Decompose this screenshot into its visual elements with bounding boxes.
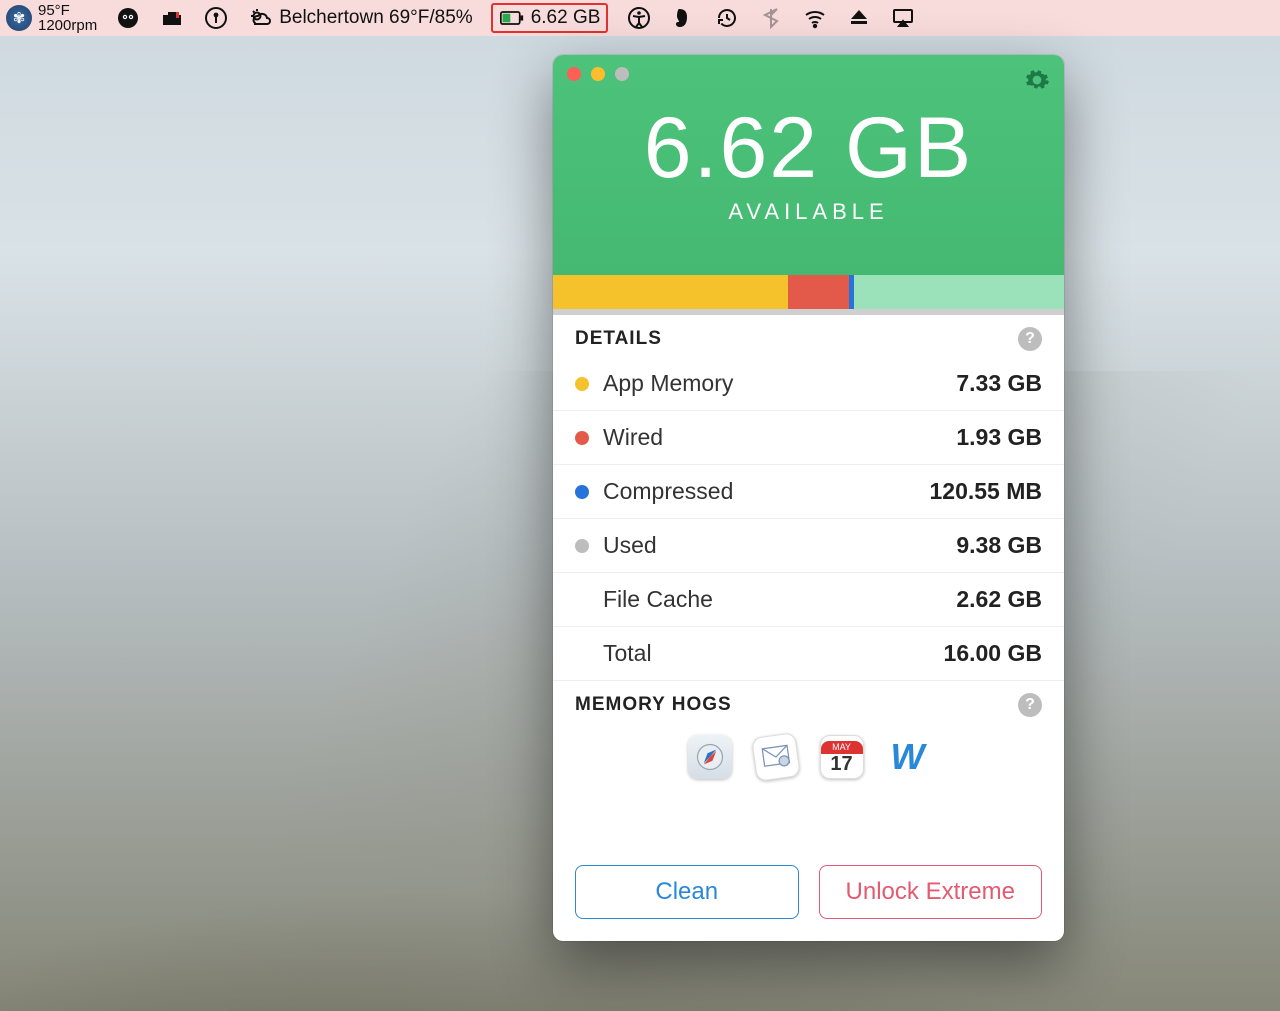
gear-icon[interactable]: [1024, 67, 1050, 100]
menubar-fan[interactable]: ✾ 95°F 1200rpm: [6, 0, 97, 36]
fan-readout: 95°F 1200rpm: [38, 3, 97, 33]
row-compressed: Compressed 120.55 MB: [553, 465, 1064, 519]
details-rows: App Memory 7.33 GB Wired 1.93 GB Compres…: [553, 357, 1064, 681]
airplay-icon[interactable]: [890, 5, 916, 31]
row-total: Total 16.00 GB: [553, 627, 1064, 681]
minimize-button[interactable]: [591, 67, 605, 81]
row-value: 2.62 GB: [956, 586, 1042, 613]
row-label: App Memory: [603, 370, 956, 397]
hog-safari-icon[interactable]: [688, 735, 732, 779]
evernote-icon[interactable]: [670, 5, 696, 31]
row-value: 9.38 GB: [956, 532, 1042, 559]
hogs-section-header: MEMORY HOGS ?: [553, 681, 1064, 723]
row-label: Used: [603, 532, 956, 559]
memory-hogs-list: MAY 17 W: [553, 723, 1064, 787]
details-section-header: DETAILS ?: [553, 315, 1064, 357]
row-value: 1.93 GB: [956, 424, 1042, 451]
row-file-cache: File Cache 2.62 GB: [553, 573, 1064, 627]
window-header: 6.62 GB AVAILABLE: [553, 55, 1064, 275]
clean-button[interactable]: Clean: [575, 865, 799, 919]
menubar-memory-highlighted[interactable]: 6.62 GB: [491, 3, 609, 33]
unlock-button-label: Unlock Extreme: [846, 878, 1015, 906]
clean-button-label: Clean: [655, 878, 718, 906]
row-app-memory: App Memory 7.33 GB: [553, 357, 1064, 411]
dot-wired-icon: [575, 431, 589, 445]
row-value: 120.55 MB: [929, 478, 1042, 505]
memory-usage-bar: [553, 275, 1064, 309]
calendar-day: 17: [830, 754, 852, 774]
row-label: Compressed: [603, 478, 929, 505]
toolbox-icon[interactable]: [159, 5, 185, 31]
row-value: 16.00 GB: [944, 640, 1042, 667]
wifi-icon[interactable]: [802, 5, 828, 31]
usage-segment-free: [854, 275, 1064, 309]
hog-word-icon[interactable]: W: [886, 735, 930, 779]
hog-word-glyph: W: [891, 736, 925, 778]
dot-app-icon: [575, 377, 589, 391]
dot-compressed-icon: [575, 485, 589, 499]
zoom-button[interactable]: [615, 67, 629, 81]
memory-value: 6.62 GB: [531, 7, 601, 29]
hog-calendar-icon[interactable]: MAY 17: [820, 735, 864, 779]
hogs-help-icon[interactable]: ?: [1018, 693, 1042, 717]
weather-text: Belchertown 69°F/85%: [279, 7, 472, 29]
details-help-icon[interactable]: ?: [1018, 327, 1042, 351]
onepassword-icon[interactable]: [203, 5, 229, 31]
action-buttons: Clean Unlock Extreme: [553, 847, 1064, 941]
row-wired: Wired 1.93 GB: [553, 411, 1064, 465]
unlock-extreme-button[interactable]: Unlock Extreme: [819, 865, 1043, 919]
memory-icon: [499, 5, 525, 31]
memory-clean-window: 6.62 GB AVAILABLE DETAILS ? App Memory 7…: [553, 55, 1064, 941]
window-traffic-lights: [567, 67, 629, 81]
fan-icon: ✾: [6, 5, 32, 31]
row-label: Total: [603, 640, 944, 667]
calendar-month: MAY: [821, 741, 863, 754]
usage-segment-wired: [788, 275, 849, 309]
close-button[interactable]: [567, 67, 581, 81]
dot-used-icon: [575, 539, 589, 553]
timemachine-icon[interactable]: [714, 5, 740, 31]
eject-icon[interactable]: [846, 5, 872, 31]
bluetooth-icon[interactable]: [758, 5, 784, 31]
details-heading: DETAILS: [575, 328, 662, 350]
available-label: AVAILABLE: [728, 199, 888, 225]
hog-mail-icon[interactable]: [751, 732, 801, 782]
hogs-heading: MEMORY HOGS: [575, 694, 732, 716]
menubar: ✾ 95°F 1200rpm Belchertown 69°F/85% 6.62…: [0, 0, 1280, 36]
menubar-weather[interactable]: Belchertown 69°F/85%: [247, 0, 472, 36]
row-used: Used 9.38 GB: [553, 519, 1064, 573]
available-memory-value: 6.62 GB: [644, 105, 974, 191]
owl-icon[interactable]: [115, 5, 141, 31]
weather-icon: [247, 5, 273, 31]
usage-segment-app: [553, 275, 788, 309]
row-label: File Cache: [603, 586, 956, 613]
row-value: 7.33 GB: [956, 370, 1042, 397]
accessibility-icon[interactable]: [626, 5, 652, 31]
row-label: Wired: [603, 424, 956, 451]
